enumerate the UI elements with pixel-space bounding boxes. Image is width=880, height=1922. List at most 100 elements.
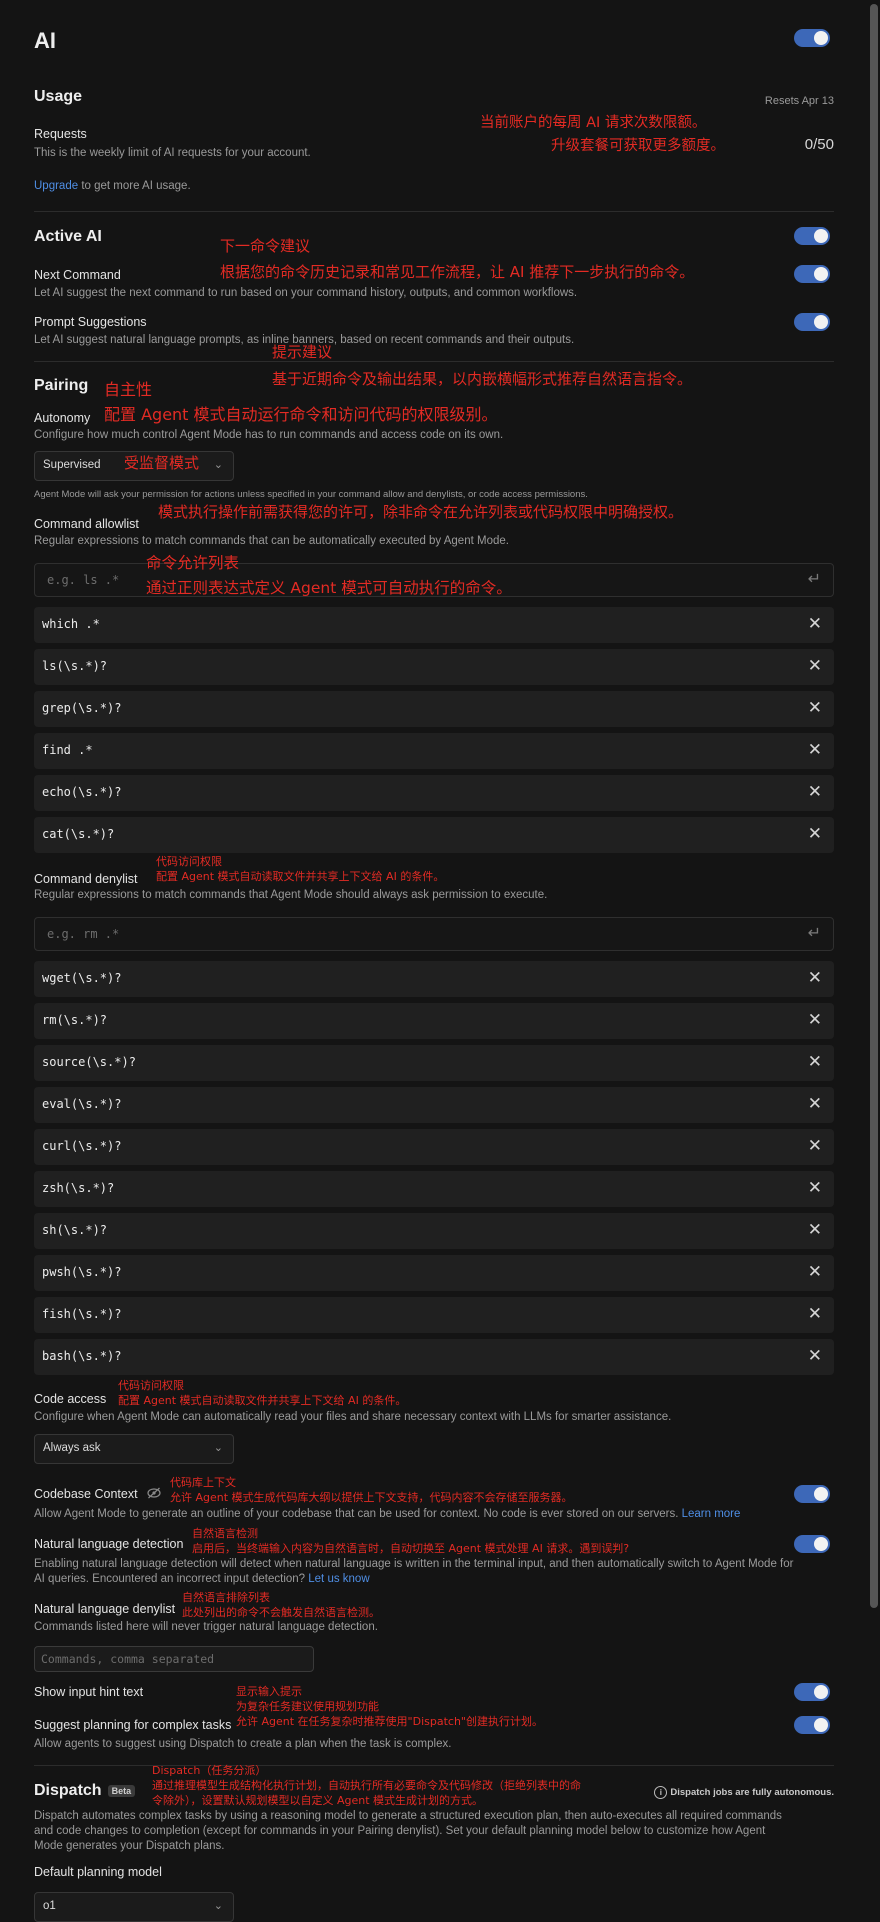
nl-denylist-placeholder: Commands, comma separated (41, 1652, 215, 1666)
annotation-code-access-body: 配置 Agent 模式自动读取文件并共享上下文给 AI 的条件。 (118, 1394, 407, 1407)
upgrade-text: to get more AI usage. (78, 180, 191, 192)
upgrade-line: Upgrade to get more AI usage. (34, 179, 191, 194)
list-item: echo(\s.*)? ✕ (34, 775, 834, 811)
list-item: curl(\s.*)? ✕ (34, 1129, 834, 1165)
list-item: fish(\s.*)? ✕ (34, 1297, 834, 1333)
command-pattern: sh(\s.*)? (42, 1223, 108, 1237)
list-item: find .* ✕ (34, 733, 834, 769)
next-command-desc: Let AI suggest the next command to run b… (34, 287, 578, 299)
close-icon[interactable]: ✕ (808, 1220, 822, 1240)
code-access-value: Always ask (43, 1442, 101, 1454)
list-item: wget(\s.*)? ✕ (34, 961, 834, 997)
annotation-planning-body: 允许 Agent 在任务复杂时推荐使用"Dispatch"创建执行计划。 (236, 1715, 543, 1728)
eye-off-icon[interactable] (147, 1487, 161, 1502)
active-ai-toggle[interactable] (794, 227, 830, 245)
nl-detection-toggle[interactable] (794, 1535, 830, 1553)
ai-master-toggle[interactable] (794, 29, 830, 47)
usage-heading: Usage (34, 88, 83, 105)
upgrade-link[interactable]: Upgrade (34, 180, 78, 192)
list-item: ls(\s.*)? ✕ (34, 649, 834, 685)
close-icon[interactable]: ✕ (808, 1136, 822, 1156)
close-icon[interactable]: ✕ (808, 1094, 822, 1114)
codebase-context-text: Codebase Context (34, 1487, 138, 1501)
command-pattern: echo(\s.*)? (42, 785, 122, 799)
planning-model-select[interactable]: o1 ⌄ (34, 1892, 234, 1922)
dispatch-heading: Dispatch Beta (34, 1782, 136, 1800)
command-pattern: rm(\s.*)? (42, 1013, 108, 1027)
denylist-label: Command denylist (34, 872, 138, 886)
nl-detection-label: Natural language detection (34, 1537, 184, 1551)
nl-detection-desc: Enabling natural language detection will… (34, 1557, 794, 1587)
suggest-planning-desc: Allow agents to suggest using Dispatch t… (34, 1738, 452, 1750)
learn-more-link[interactable]: Learn more (682, 1508, 741, 1520)
command-pattern: which .* (42, 617, 100, 631)
command-pattern: grep(\s.*)? (42, 701, 122, 715)
nl-detection-desc-text: Enabling natural language detection will… (34, 1558, 794, 1585)
scrollbar[interactable] (870, 4, 878, 1608)
close-icon[interactable]: ✕ (808, 1262, 822, 1282)
close-icon[interactable]: ✕ (808, 1052, 822, 1072)
annotation-dispatch-title: Dispatch（任务分派） (152, 1764, 267, 1777)
close-icon[interactable]: ✕ (808, 656, 822, 676)
close-icon[interactable]: ✕ (808, 968, 822, 988)
allowlist-desc: Regular expressions to match commands th… (34, 535, 509, 547)
autonomy-value: Supervised (43, 459, 101, 471)
next-command-toggle[interactable] (794, 265, 830, 283)
close-icon[interactable]: ✕ (808, 1346, 822, 1366)
list-item: eval(\s.*)? ✕ (34, 1087, 834, 1123)
code-access-select[interactable]: Always ask ⌄ (34, 1434, 234, 1464)
list-item: rm(\s.*)? ✕ (34, 1003, 834, 1039)
prompt-suggestions-label: Prompt Suggestions (34, 315, 147, 329)
nl-denylist-desc: Commands listed here will never trigger … (34, 1621, 378, 1633)
suggest-planning-toggle[interactable] (794, 1716, 830, 1734)
close-icon[interactable]: ✕ (808, 1010, 822, 1030)
close-icon[interactable]: ✕ (808, 740, 822, 760)
denylist-desc: Regular expressions to match commands th… (34, 889, 548, 901)
codebase-context-label: Codebase Context (34, 1487, 161, 1502)
autonomy-label: Autonomy (34, 411, 91, 425)
usage-resets: Resets Apr 13 (764, 95, 834, 107)
list-item: pwsh(\s.*)? ✕ (34, 1255, 834, 1291)
close-icon[interactable]: ✕ (808, 824, 822, 844)
close-icon[interactable]: ✕ (808, 1304, 822, 1324)
requests-desc: This is the weekly limit of AI requests … (34, 147, 311, 159)
codebase-context-toggle[interactable] (794, 1485, 830, 1503)
annotation-supervised: 受监督模式 (124, 454, 200, 472)
list-item: zsh(\s.*)? ✕ (34, 1171, 834, 1207)
autonomy-note: Agent Mode will ask your permission for … (34, 489, 588, 500)
annotation-nl-deny-body: 此处列出的命令不会触发自然语言检测。 (182, 1606, 380, 1619)
annotation-prompt-body: 基于近期命令及输出结果，以内嵌横幅形式推荐自然语言指令。 (272, 370, 693, 388)
code-access-label: Code access (34, 1392, 107, 1406)
chevron-down-icon: ⌄ (213, 1442, 223, 1454)
enter-icon[interactable]: ↵ (808, 923, 821, 943)
allowlist-label: Command allowlist (34, 517, 139, 531)
denylist-input[interactable]: e.g. rm .* ↵ (34, 917, 834, 951)
command-pattern: wget(\s.*)? (42, 971, 122, 985)
allowlist-placeholder: e.g. ls .* (47, 573, 120, 587)
command-pattern: find .* (42, 743, 93, 757)
show-hint-toggle[interactable] (794, 1683, 830, 1701)
planning-model-label: Default planning model (34, 1865, 162, 1879)
close-icon[interactable]: ✕ (808, 614, 822, 634)
let-us-know-link[interactable]: Let us know (308, 1573, 369, 1585)
annotation-hint-title: 显示输入提示 (236, 1685, 302, 1698)
close-icon[interactable]: ✕ (808, 1178, 822, 1198)
prompt-suggestions-toggle[interactable] (794, 313, 830, 331)
enter-icon[interactable]: ↵ (808, 569, 821, 589)
annotation-next-cmd-title: 下一命令建议 (220, 237, 311, 255)
command-pattern: bash(\s.*)? (42, 1349, 122, 1363)
command-pattern: ls(\s.*)? (42, 659, 108, 673)
planning-model-value: o1 (43, 1900, 56, 1912)
dispatch-info: i Dispatch jobs are fully autonomous. (654, 1786, 834, 1799)
autonomy-desc: Configure how much control Agent Mode ha… (34, 429, 504, 441)
list-item: grep(\s.*)? ✕ (34, 691, 834, 727)
close-icon[interactable]: ✕ (808, 782, 822, 802)
denylist-placeholder: e.g. rm .* (47, 927, 120, 941)
close-icon[interactable]: ✕ (808, 698, 822, 718)
command-pattern: fish(\s.*)? (42, 1307, 122, 1321)
annotation-planning-title: 为复杂任务建议使用规划功能 (236, 1700, 379, 1713)
nl-denylist-input[interactable]: Commands, comma separated (34, 1646, 314, 1672)
dispatch-info-text: Dispatch jobs are fully autonomous. (670, 1787, 834, 1798)
annotation-dispatch-body-2: 令除外），设置默认规划模型以自定义 Agent 模式生成计划的方式。 (152, 1794, 484, 1807)
show-hint-label: Show input hint text (34, 1685, 144, 1699)
